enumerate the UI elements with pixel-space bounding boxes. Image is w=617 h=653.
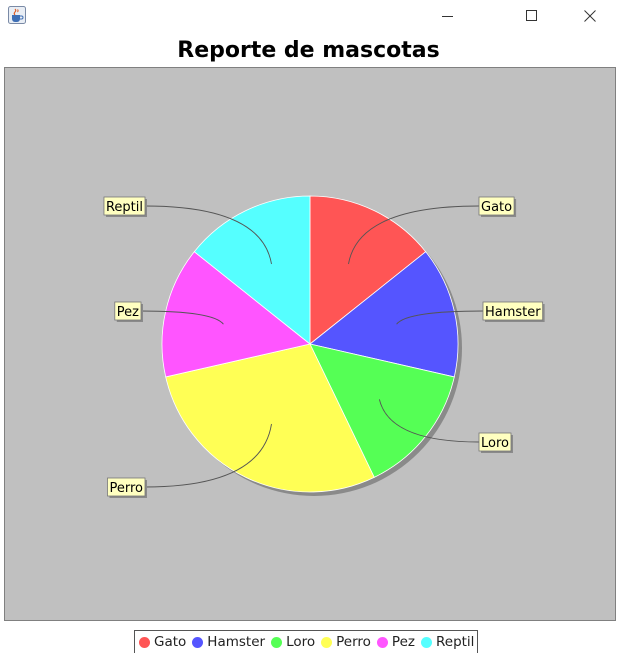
- maximize-icon: [526, 10, 537, 21]
- legend-swatch-hamster: [192, 636, 204, 648]
- minimize-button[interactable]: [425, 0, 471, 32]
- pie-label-text-reptil: Reptil: [106, 200, 143, 215]
- pie-label-reptil: Reptil: [103, 196, 147, 217]
- legend-swatch-pez: [376, 636, 388, 648]
- pie-label-text-perro: Perro: [109, 481, 143, 496]
- legend-item-perro: Perro: [321, 634, 371, 650]
- legend-item-reptil: Reptil: [420, 634, 475, 650]
- pie-label-gato: Gato: [478, 196, 517, 217]
- legend-label-gato: Gato: [154, 634, 187, 650]
- close-button[interactable]: [567, 0, 613, 32]
- legend-item-pez: Pez: [376, 634, 415, 650]
- window-titlebar: [0, 0, 617, 32]
- legend-label-hamster: Hamster: [207, 634, 266, 650]
- legend-label-reptil: Reptil: [435, 634, 475, 650]
- plot-area: Gato Hamster Loro Perro Pez Reptil: [4, 67, 616, 621]
- legend-swatch-reptil: [420, 636, 432, 648]
- legend-label-loro: Loro: [286, 634, 316, 650]
- legend-swatch-perro: [321, 636, 333, 648]
- legend-swatch-gato: [139, 636, 150, 648]
- legend-item-hamster: Hamster: [192, 634, 265, 650]
- pie-label-perro: Perro: [107, 477, 147, 498]
- chart-title: Reporte de mascotas: [177, 38, 440, 63]
- close-icon: [584, 10, 596, 22]
- legend-item-gato: Gato: [139, 634, 186, 650]
- legend-label-perro: Perro: [336, 634, 371, 650]
- chart-legend: Gato Hamster Loro Perro Pez Reptil: [134, 630, 479, 653]
- pie-label-text-gato: Gato: [481, 200, 512, 215]
- pie-chart: Gato Hamster Loro Perro Pez Reptil: [103, 195, 545, 498]
- pie-label-hamster: Hamster: [482, 301, 545, 322]
- legend-item-loro: Loro: [271, 634, 315, 650]
- minimize-icon: [442, 16, 453, 17]
- legend-label-pez: Pez: [391, 634, 415, 650]
- pie-label-text-loro: Loro: [481, 436, 509, 451]
- maximize-button[interactable]: [509, 0, 555, 32]
- java-cup-icon: [8, 6, 26, 24]
- pie-label-text-pez: Pez: [117, 305, 139, 320]
- pie-label-text-hamster: Hamster: [485, 305, 541, 320]
- pie-label-loro: Loro: [478, 432, 513, 453]
- legend-swatch-loro: [271, 636, 283, 648]
- pie-label-pez: Pez: [114, 301, 143, 322]
